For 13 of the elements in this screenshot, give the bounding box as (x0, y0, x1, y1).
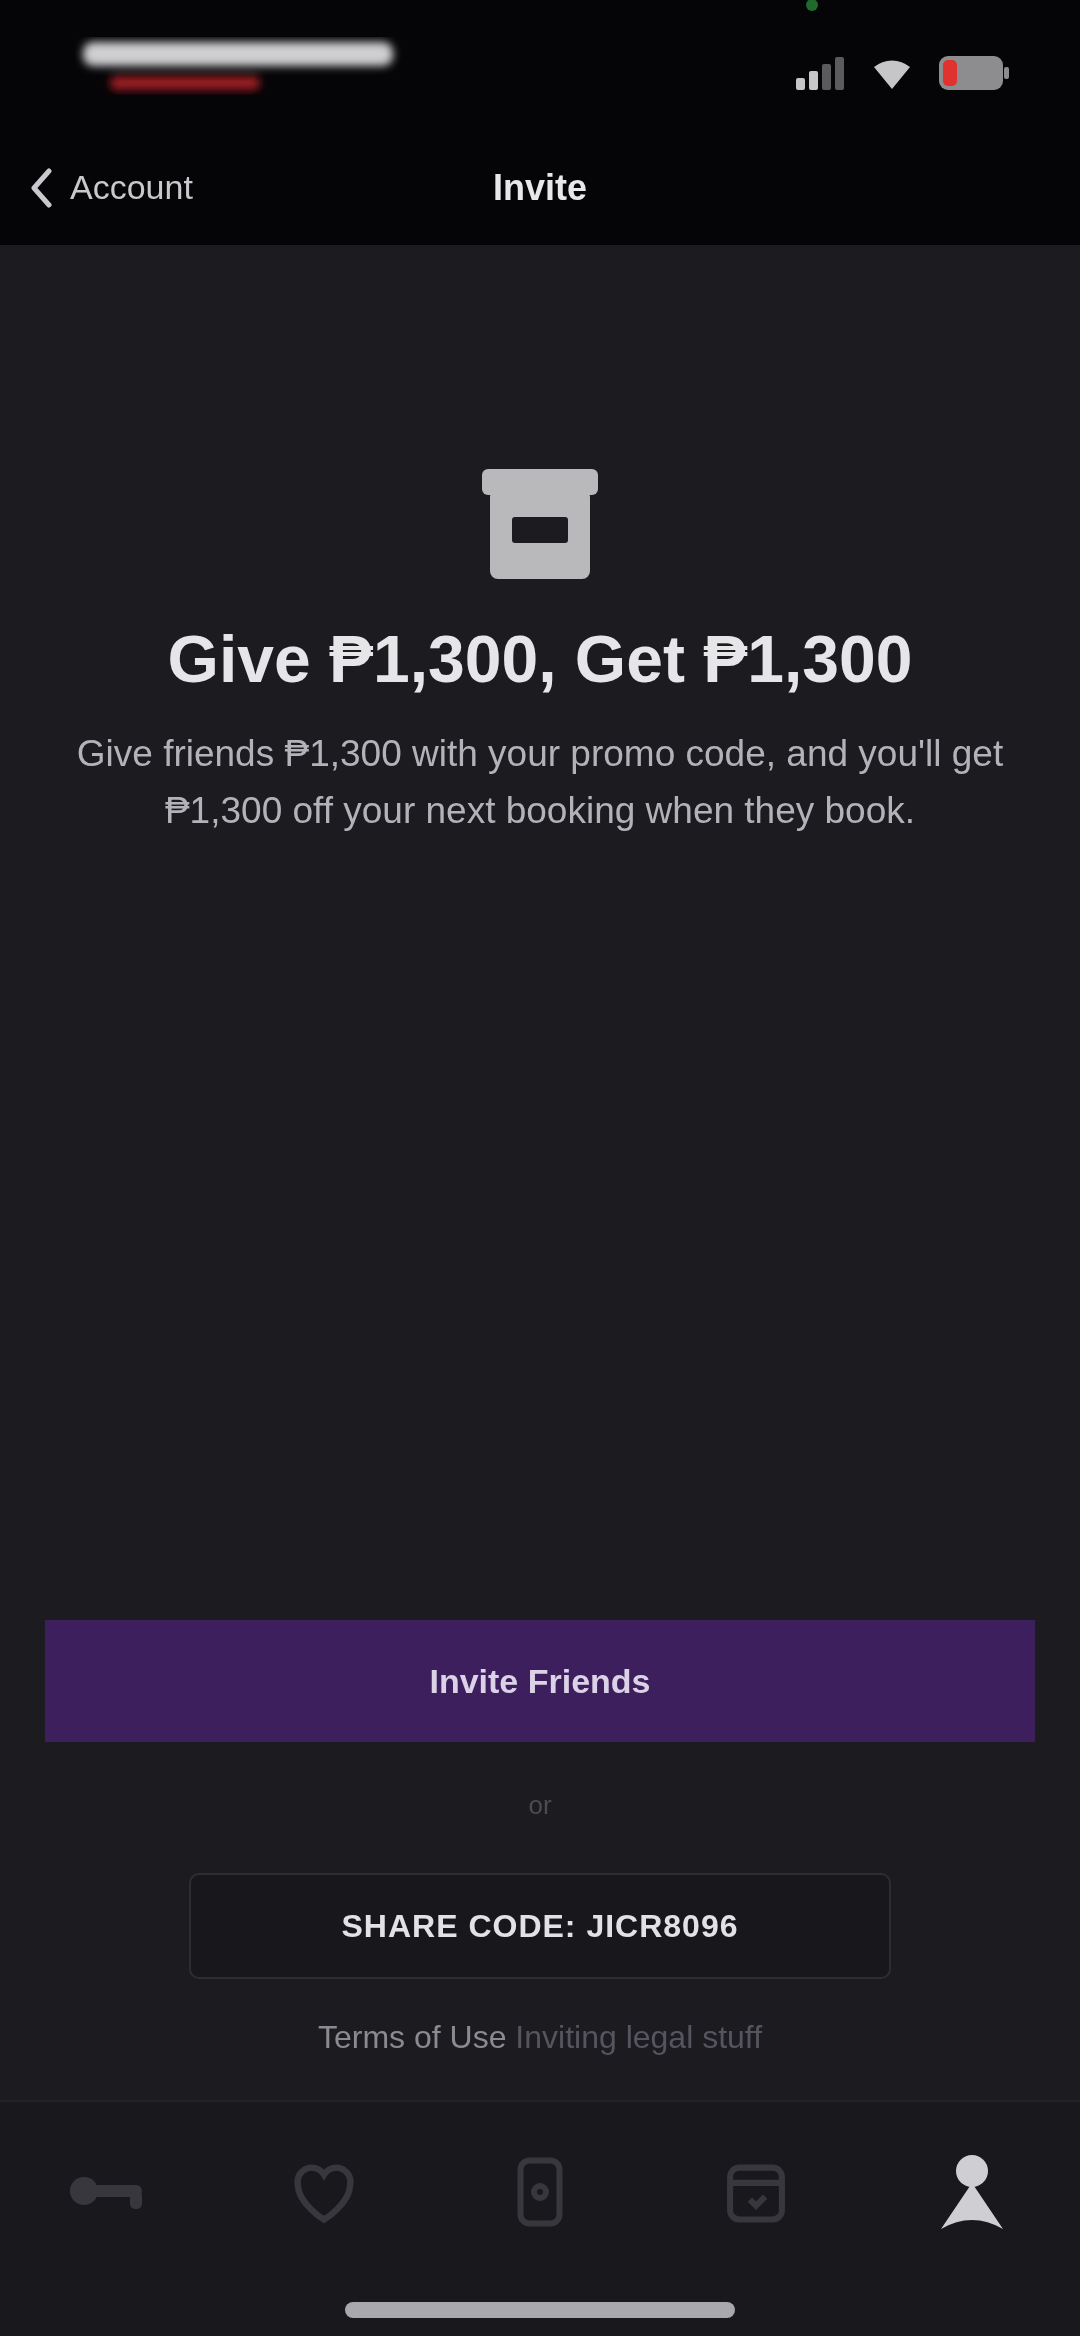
signal-icon (796, 56, 846, 90)
phone-icon (516, 2156, 564, 2228)
battery-icon (938, 55, 1010, 91)
box-icon (480, 467, 600, 581)
back-chevron-icon (30, 167, 52, 208)
share-code-button[interactable]: SHARE CODE: JICR8096 (189, 1873, 891, 1979)
back-button[interactable]: Account (20, 161, 203, 214)
wifi-icon (872, 57, 912, 89)
invite-friends-button[interactable]: Invite Friends (45, 1620, 1035, 1742)
promo-description: Give friends ₱1,300 with your promo code, and you'll get ₱1,300 off your next booking when they book. (75, 732, 1005, 833)
page-title: Invite (493, 166, 587, 209)
promo-heading: Give ₱1,300, Get ₱1,300 (167, 621, 913, 697)
terms-text: Terms of Use Inviting legal stuff (317, 2019, 762, 2056)
